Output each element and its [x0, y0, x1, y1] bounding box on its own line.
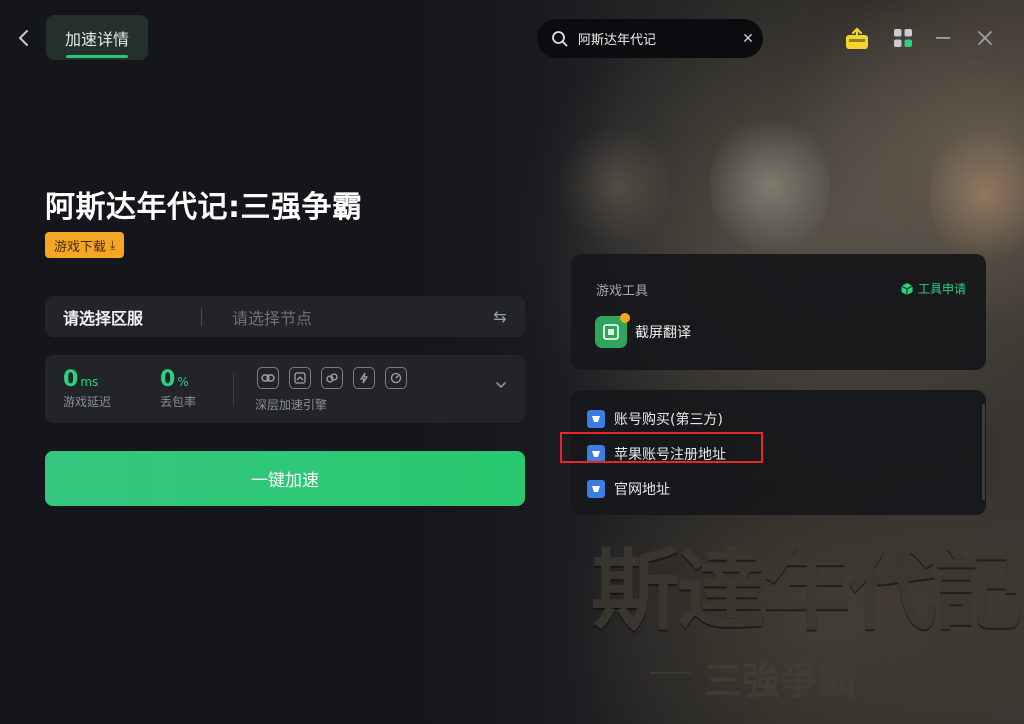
node-select[interactable]: 请选择节点 [202, 305, 475, 329]
background-art-title: 斯達年代記 [590, 538, 1023, 642]
latency-unit: ms [80, 375, 99, 389]
background-art-subtitle: 三強爭霸 [703, 658, 856, 703]
tab-acceleration-details[interactable]: 加速详情 [46, 15, 148, 60]
tool-apply-label: 工具申请 [917, 282, 966, 296]
screen-engine-icon[interactable] [289, 367, 311, 389]
latency-label: 游戏延迟 [63, 395, 112, 409]
link-label: 账号购买(第三方) [614, 412, 723, 428]
link-icon [587, 410, 605, 428]
swap-icon[interactable]: ⇆ [475, 307, 525, 326]
tab-label: 加速详情 [64, 29, 129, 49]
lightning-engine-icon[interactable] [353, 367, 375, 389]
speedometer-engine-icon[interactable] [385, 367, 407, 389]
packet-loss-stat: 0% 丢包率 [160, 367, 196, 410]
cube-icon [901, 282, 913, 295]
tab-active-indicator [66, 55, 128, 58]
game-tools-panel: 游戏工具 工具申请 截屏翻译 [571, 254, 986, 370]
stats-panel: 0 ms 游戏延迟 0% 丢包率 深层加速引擎 [45, 355, 525, 423]
server-region-select[interactable]: 请选择区服 [45, 305, 201, 329]
back-arrow-icon[interactable] [14, 26, 34, 50]
latency-stat: 0 ms 游戏延迟 [63, 367, 111, 410]
region-node-selector: 请选择区服 请选择节点 ⇆ [45, 296, 525, 337]
screenshot-translate-icon [595, 313, 630, 348]
close-icon[interactable] [978, 31, 992, 45]
art-divider [880, 672, 990, 674]
engine-label: 深层加速引擎 [255, 398, 328, 412]
link-icon [587, 480, 605, 498]
tool-screenshot-translate[interactable]: 截屏翻译 [595, 313, 691, 348]
chevron-down-icon[interactable] [495, 381, 507, 389]
apps-grid-icon[interactable] [893, 28, 913, 48]
latency-value: 0 [63, 367, 79, 392]
game-download-button[interactable]: 游戏下载 ⤓ [45, 232, 125, 258]
download-icon: ⤓ [110, 237, 116, 252]
packet-loss-label: 丢包率 [160, 395, 197, 409]
tool-apply-link[interactable]: 工具申请 [900, 280, 966, 297]
search-icon [552, 30, 568, 46]
engine-icons [257, 367, 407, 389]
search-input[interactable]: 阿斯达年代记 [578, 29, 733, 48]
clear-icon[interactable]: ✕ [733, 31, 763, 47]
highlight-box [560, 432, 763, 463]
background-figure [710, 110, 830, 260]
link-account-purchase[interactable]: 账号购买(第三方) [587, 409, 723, 429]
link-label: 官网地址 [614, 482, 670, 498]
scrollbar[interactable] [982, 404, 985, 500]
search-bar[interactable]: 阿斯达年代记 ✕ [537, 19, 763, 58]
link-engine-icon[interactable] [257, 367, 279, 389]
packet-loss-value: 0 [160, 367, 176, 392]
tools-title: 游戏工具 [596, 284, 649, 299]
game-title: 阿斯达年代记:三强争霸 [45, 190, 363, 225]
tool-label: 截屏翻译 [635, 325, 691, 341]
packet-loss-unit: % [177, 375, 189, 389]
gift-upload-icon[interactable] [844, 27, 870, 51]
divider [233, 373, 234, 405]
one-click-boost-button[interactable]: 一键加速 [45, 451, 525, 506]
download-label: 游戏下载 [54, 239, 107, 255]
link-official-site[interactable]: 官网地址 [587, 479, 670, 499]
minimize-icon[interactable] [936, 36, 950, 40]
chain-engine-icon[interactable] [321, 367, 343, 389]
